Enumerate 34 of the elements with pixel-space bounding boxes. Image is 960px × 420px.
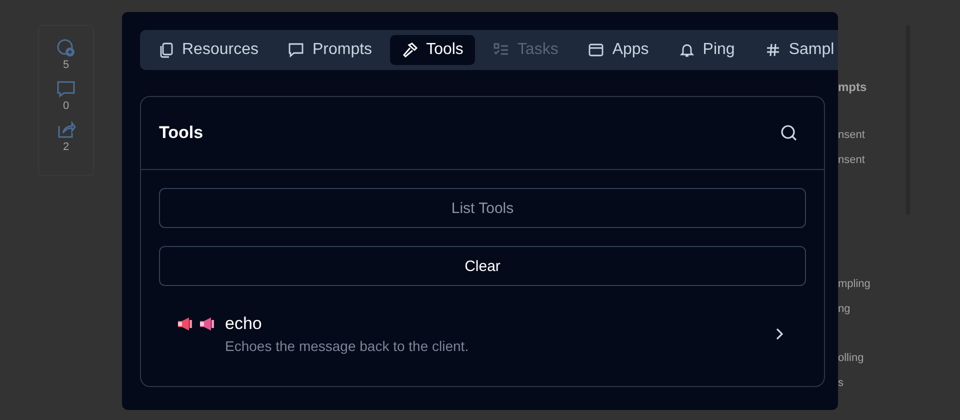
- tab[interactable]: Tools: [390, 35, 476, 65]
- bell-icon: [678, 42, 695, 58]
- action-button[interactable]: Clear: [159, 246, 806, 286]
- hash-icon: [764, 42, 781, 58]
- chat-bubble-icon: [288, 42, 304, 58]
- background-text: mpts: [838, 80, 867, 94]
- reaction-count: 0: [62, 100, 70, 112]
- tool-description: Echoes the message back to the client.: [225, 338, 469, 354]
- card-title: Tools: [159, 123, 204, 143]
- reaction-count: 5: [62, 59, 70, 71]
- background-text: s: [838, 377, 844, 389]
- tab[interactable]: Resources: [146, 35, 270, 65]
- tab[interactable]: Ping: [666, 35, 747, 65]
- share-icon[interactable]: [56, 120, 76, 140]
- tab[interactable]: Prompts: [276, 35, 384, 65]
- hammer-icon: [402, 42, 418, 58]
- tool-name: echo: [225, 314, 263, 334]
- comment-icon[interactable]: [56, 79, 76, 99]
- background-text: nsent: [838, 154, 865, 166]
- background-text: olling: [838, 352, 864, 364]
- chevron-right-icon: [774, 327, 784, 341]
- tab[interactable]: Apps: [576, 35, 661, 65]
- background-text: mpling: [838, 278, 870, 290]
- window-icon: [588, 42, 604, 58]
- search-icon[interactable]: [780, 124, 798, 142]
- emoji-add-icon[interactable]: [56, 38, 76, 58]
- documents-icon: [158, 42, 174, 58]
- megaphone-icon: [199, 317, 215, 331]
- tool-item[interactable]: echo Echoes the message back to the client.: [159, 304, 806, 354]
- megaphone-icon: [177, 317, 193, 331]
- background-text: nsent: [838, 129, 865, 141]
- tab[interactable]: Sampl: [752, 35, 838, 65]
- background-text: ng: [838, 303, 850, 315]
- reaction-count: 2: [62, 141, 70, 153]
